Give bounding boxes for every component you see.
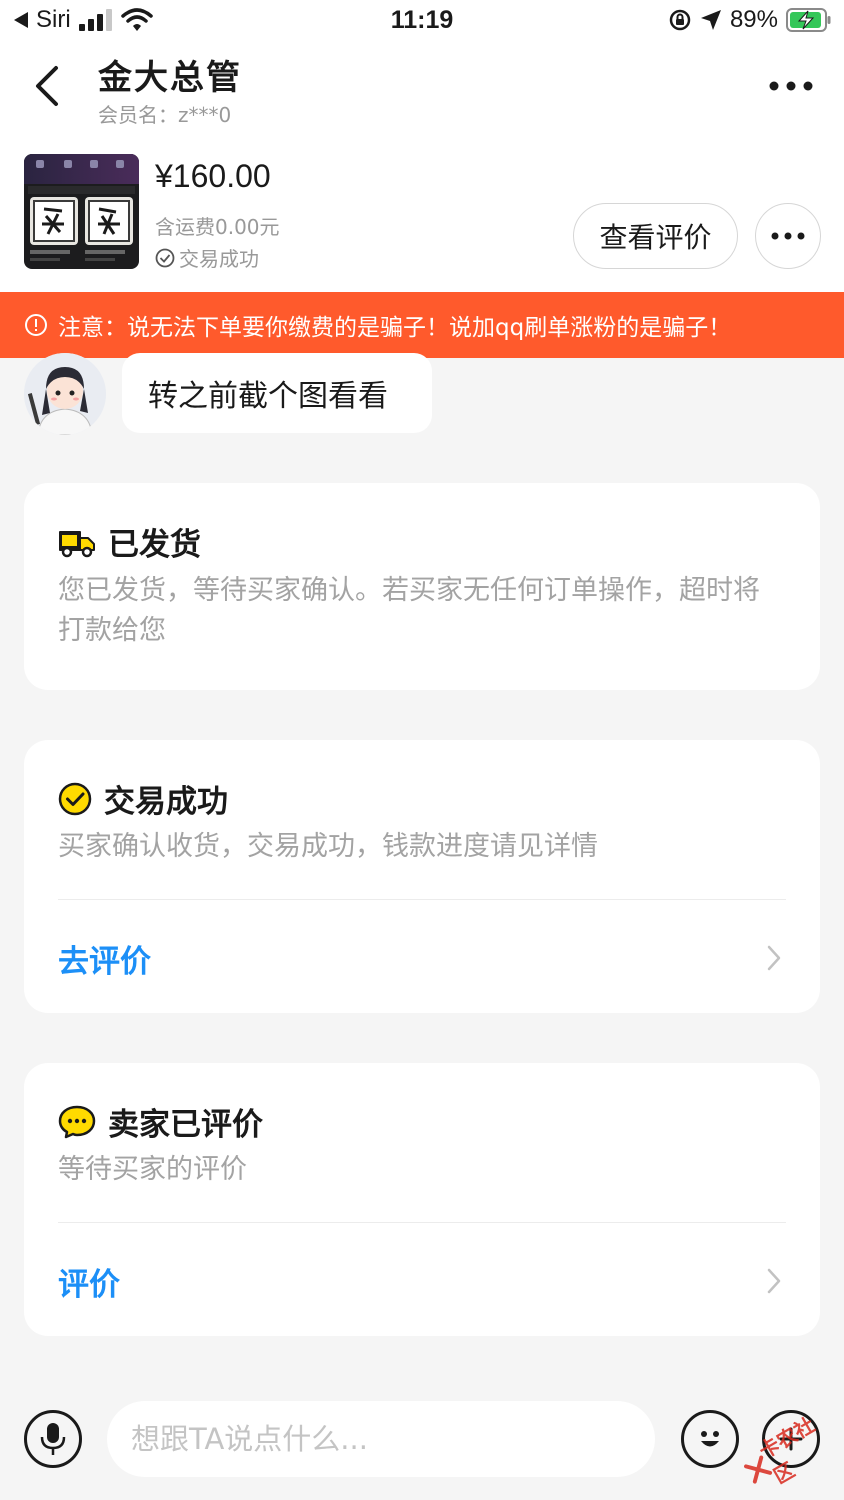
seller-reviewed-description: 等待买家的评价: [58, 1154, 247, 1185]
deal-status: 交易成功: [155, 243, 259, 272]
review-link[interactable]: 评价: [58, 1259, 120, 1304]
card-divider: [58, 1222, 786, 1223]
delivery-truck-icon: [59, 530, 95, 557]
battery-charging-icon: [786, 8, 831, 32]
member-name: 会员名：z***0: [98, 103, 232, 127]
go-review-link[interactable]: 去评价: [58, 936, 151, 981]
success-description: 买家确认收货，交易成功，钱款进度请见详情: [58, 831, 598, 862]
location-arrow-icon: [700, 10, 721, 30]
more-options-icon[interactable]: [764, 66, 820, 106]
more-actions-button[interactable]: [755, 203, 821, 269]
success-title: 交易成功: [104, 784, 228, 820]
success-card: 交易成功 买家确认收货，交易成功，钱款进度请见详情 去评价: [24, 740, 820, 1013]
back-arrow-icon[interactable]: [28, 62, 68, 110]
shipping-fee: 含运费0.00元: [155, 215, 280, 239]
chat-message-text: 转之前截个图看看: [148, 379, 388, 414]
warning-text: 注意：说无法下单要你缴费的是骗子！说加qq刷单涨粉的是骗子！: [58, 315, 732, 341]
success-header: 交易成功: [58, 776, 228, 821]
warning-banner: 注意：说无法下单要你缴费的是骗子！说加qq刷单涨粉的是骗子！: [0, 292, 844, 358]
chat-bubble-icon: [58, 1105, 96, 1138]
chevron-right-icon[interactable]: [766, 944, 782, 972]
status-bar: Siri 11:19 89%: [0, 0, 844, 44]
buyer-avatar[interactable]: [24, 353, 106, 435]
deal-status-label: 交易成功: [179, 247, 259, 271]
shipped-description: 您已发货，等待买家确认。若买家无任何订单操作，超时将打款给您: [58, 575, 760, 646]
message-input[interactable]: [107, 1401, 655, 1477]
voice-input-button[interactable]: [24, 1410, 82, 1468]
chat-message-bubble: 转之前截个图看看: [122, 353, 432, 433]
chevron-right-icon[interactable]: [766, 1267, 782, 1295]
microphone-icon: [40, 1423, 66, 1455]
alert-circle-icon: [25, 314, 47, 336]
card-divider: [58, 899, 786, 900]
status-right: 89%: [668, 6, 832, 34]
product-price: ¥160.00: [155, 158, 271, 194]
product-image: [24, 154, 139, 269]
success-check-icon: [58, 782, 92, 815]
battery-percent: 89%: [729, 6, 778, 33]
shipped-header: 已发货: [58, 519, 201, 564]
seller-reviewed-header: 卖家已评价: [58, 1099, 263, 1144]
seller-reviewed-card: 卖家已评价 等待买家的评价 评价: [24, 1063, 820, 1336]
smiley-icon: [701, 1431, 719, 1447]
check-circle-icon: [155, 248, 175, 267]
seller-name[interactable]: 金大总管: [98, 50, 242, 99]
view-review-button[interactable]: 查看评价: [573, 203, 738, 269]
shipped-title: 已发货: [108, 527, 201, 563]
product-thumbnail[interactable]: [24, 154, 139, 269]
ellipsis-icon: [771, 232, 805, 240]
orientation-lock-icon: [669, 9, 691, 31]
seller-reviewed-title: 卖家已评价: [108, 1107, 263, 1143]
shipped-card: 已发货 您已发货，等待买家确认。若买家无任何订单操作，超时将打款给您: [24, 483, 820, 690]
avatar-image: [24, 353, 106, 435]
